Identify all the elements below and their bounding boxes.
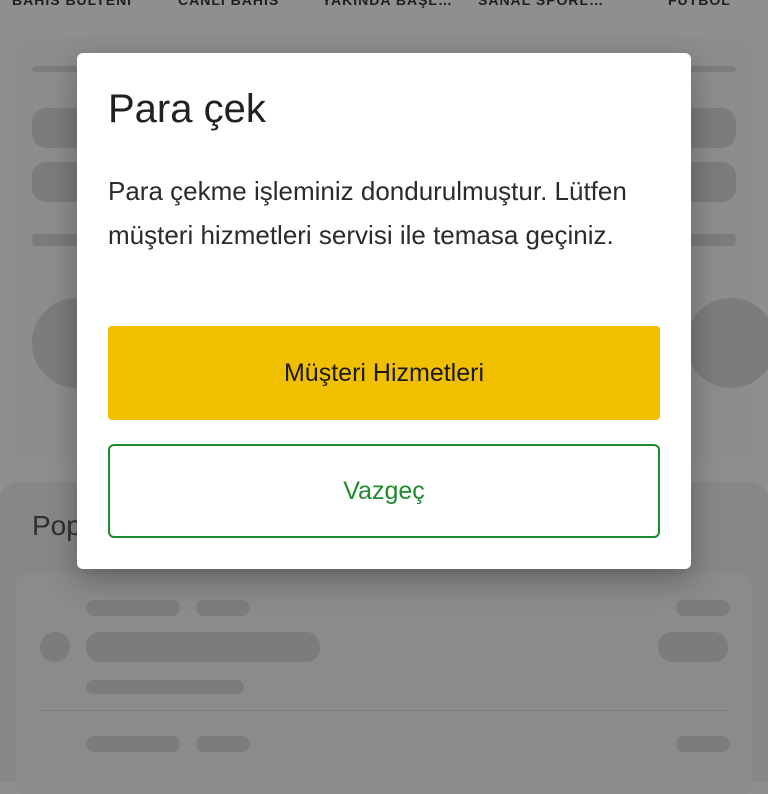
skeleton-line <box>86 680 244 694</box>
dialog-title: Para çek <box>108 87 266 131</box>
sport-tabs-bar: BAHİS BÜLTENİ CANLI BAHİS YAKINDA BAŞL… … <box>0 0 768 16</box>
skeleton-line <box>86 736 180 752</box>
customer-service-button[interactable]: Müşteri Hizmetleri <box>108 326 660 420</box>
skeleton-line <box>676 736 730 752</box>
tab-futbol[interactable]: FUTBOL <box>668 0 731 8</box>
event-list-skeleton <box>16 574 752 794</box>
tab-yakinda-baslayacak[interactable]: YAKINDA BAŞL… <box>322 0 453 8</box>
skeleton-line <box>196 600 250 616</box>
tab-canli-bahis[interactable]: CANLI BAHİS <box>178 0 279 8</box>
skeleton-circle <box>686 298 768 388</box>
skeleton-block <box>658 632 728 662</box>
skeleton-line <box>676 600 730 616</box>
skeleton-line <box>86 600 180 616</box>
withdraw-dialog: Para çek Para çekme işleminiz dondurulmu… <box>77 53 691 569</box>
popular-section-title: Pop <box>32 510 82 541</box>
tab-bahis-bulteni[interactable]: BAHİS BÜLTENİ <box>12 0 132 8</box>
skeleton-block <box>86 632 320 662</box>
tab-sanal-sporlar[interactable]: SANAL SPORL… <box>478 0 604 8</box>
list-divider <box>40 710 728 711</box>
cancel-button[interactable]: Vazgeç <box>108 444 660 538</box>
skeleton-circle <box>40 632 70 662</box>
dialog-message: Para çekme işleminiz dondurulmuştur. Lüt… <box>108 176 627 250</box>
skeleton-line <box>196 736 250 752</box>
